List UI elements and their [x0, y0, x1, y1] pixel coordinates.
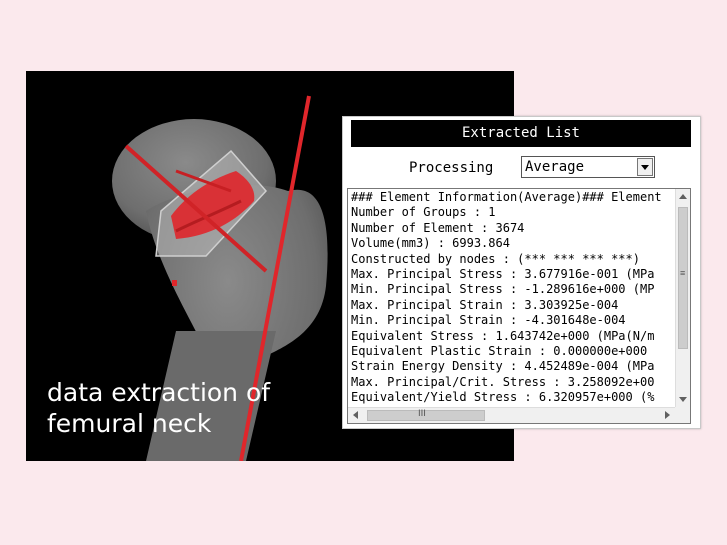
grip-icon: III [418, 409, 426, 419]
panel-title: Extracted List [351, 120, 691, 147]
list-line: Equivalent/Yield Stress : 6.320957e+000 … [351, 390, 655, 405]
processing-select-value: Average [525, 159, 585, 175]
list-line: Constructed by nodes : (*** *** *** ***) [351, 251, 640, 266]
list-line: Max. Principal/Crit. Stress : 3.258092e+… [351, 374, 655, 389]
list-line: Number of Element : 3674 [351, 220, 525, 235]
list-line: Equivalent Plastic Strain : 0.000000e+00… [351, 344, 648, 359]
list-line: Min. Principal Strain : -4.301648e-004 [351, 313, 626, 328]
list-line: Number of Groups : 1 [351, 205, 496, 220]
element-info-list[interactable]: ### Element Information(Average)### Elem… [347, 188, 691, 424]
viewport-caption: data extraction of femural neck [47, 377, 270, 439]
chevron-down-icon[interactable] [637, 158, 653, 176]
processing-select[interactable]: Average [521, 156, 655, 178]
vertical-scrollbar[interactable]: ≡ [675, 189, 690, 407]
caption-line-1: data extraction of [47, 378, 271, 407]
scroll-left-arrow-icon[interactable] [353, 411, 358, 419]
list-line: Max. Principal Stress : 3.677916e-001 (M… [351, 267, 655, 282]
element-info-lines: ### Element Information(Average)### Elem… [351, 190, 673, 406]
processing-label: Processing [409, 160, 494, 176]
scroll-up-arrow-icon[interactable] [679, 194, 687, 199]
caption-line-2: femural neck [47, 409, 212, 438]
scroll-down-arrow-icon[interactable] [679, 397, 687, 402]
extracted-list-panel: Extracted List Processing Average ### El… [342, 116, 701, 429]
list-line: Max. Principal Strain : 3.303925e-004 [351, 297, 619, 312]
horizontal-scroll-thumb[interactable]: III [367, 409, 485, 421]
list-line: Min. Principal Stress : -1.289616e+000 (… [351, 282, 655, 297]
list-line: ### Element Information(Average)### Elem… [351, 190, 662, 204]
list-line: Strain Energy Density : 4.452489e-004 (M… [351, 359, 655, 374]
scrollbar-corner [675, 407, 690, 423]
list-line: Equivalent Stress : 1.643742e+000 (MPa(N… [351, 328, 655, 343]
scroll-right-arrow-icon[interactable] [665, 411, 670, 419]
vertical-scroll-thumb[interactable]: ≡ [678, 207, 688, 349]
grip-icon: ≡ [680, 268, 686, 278]
list-line: Volume(mm3) : 6993.864 [351, 236, 510, 251]
horizontal-scrollbar[interactable]: III [348, 407, 675, 423]
